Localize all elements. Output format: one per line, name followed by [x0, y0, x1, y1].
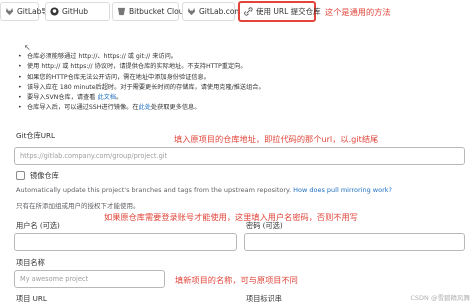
tab-repo-by-url[interactable]: 使用 URL 提交仓库 [238, 1, 321, 22]
tab-gitlab-com[interactable]: GitLab.com [182, 2, 242, 21]
info-item: 仓库必须能够通过 http://、https:// 或 git:// 来访问。 [17, 52, 265, 63]
mirror-label: 镜像仓库 [30, 171, 59, 180]
import-info-list: 仓库必须能够通过 http://、https:// 或 git:// 来访问。 … [17, 52, 265, 114]
cursor-icon: ↖ [24, 43, 31, 52]
username-input[interactable] [14, 233, 237, 251]
project-url-label: 项目 URL [16, 294, 47, 303]
link-icon [244, 7, 253, 16]
tab-label: GitHub [62, 7, 88, 16]
svn-doc-link[interactable]: 此文档 [97, 94, 116, 101]
annotation-repo-url: 填入原项目的仓库地址，即拉代码的那个url，以.git结尾 [174, 134, 379, 144]
info-item: 如果您的HTTP仓库无法公开访问，需在地址中添加身份验证信息。 [17, 73, 265, 84]
bitbucket-icon [117, 7, 126, 16]
tab-bitbucket-cloud[interactable]: Bitbucket Cloud [112, 2, 188, 21]
mirror-info-link[interactable]: 此处 [139, 104, 151, 111]
tab-label: 使用 URL 提交仓库 [256, 7, 321, 16]
info-item: 要导入SVN仓库，请查看 此文档。 [17, 93, 265, 104]
annotation-auth: 如果原仓库需要登录账号才能使用，这里填入用户名密码，否则不用写 [104, 212, 358, 222]
username-label: 用户名 (可选) [16, 221, 60, 230]
project-slug-label: 项目标识串 [246, 294, 282, 303]
watermark: CSDN @雪碧精风舞 [410, 294, 470, 302]
mirror-checkbox[interactable] [16, 171, 25, 180]
info-item: 仓库导入后，可以通过SSH进行镜像。在此处处获取更多信息。 [17, 103, 265, 114]
mirror-hint: Automatically update this project's bran… [16, 186, 392, 194]
git-url-input[interactable]: https://gitlab.company.com/group/project… [14, 147, 465, 165]
pull-mirroring-help-link[interactable]: How does pull mirroring work? [293, 186, 392, 194]
annotation-general-method: 这个是通用的方法 [325, 7, 391, 17]
gitlab-icon [5, 7, 14, 16]
tab-gitlab-export[interactable]: GitLab导出 [0, 2, 56, 21]
tab-label: Bitbucket Cloud [129, 7, 189, 16]
project-name-input[interactable]: My awesome project [14, 270, 165, 288]
git-url-label: Git仓库URL [16, 131, 56, 140]
tab-label: GitLab.com [199, 7, 242, 16]
annotation-project-name: 填新项目的名称，可与原项目不同 [175, 275, 298, 285]
info-item: 该导入应在 180 minute后超时。对于需要更长时间的存储库，请使用克隆/推… [17, 83, 265, 94]
password-input[interactable] [244, 233, 465, 251]
gitlab-icon [187, 7, 196, 16]
info-item: 使用 http:// 或 https:// 协议时，请提供仓库的实际地址。不支持… [17, 62, 265, 73]
auth-hint: 只有在所添加组或用户的授权下才能使用。 [16, 202, 140, 210]
tab-github[interactable]: GitHub [45, 2, 110, 21]
project-name-label: 项目名称 [16, 258, 45, 267]
password-label: 密码 (可选) [246, 221, 283, 230]
github-icon [50, 7, 59, 16]
